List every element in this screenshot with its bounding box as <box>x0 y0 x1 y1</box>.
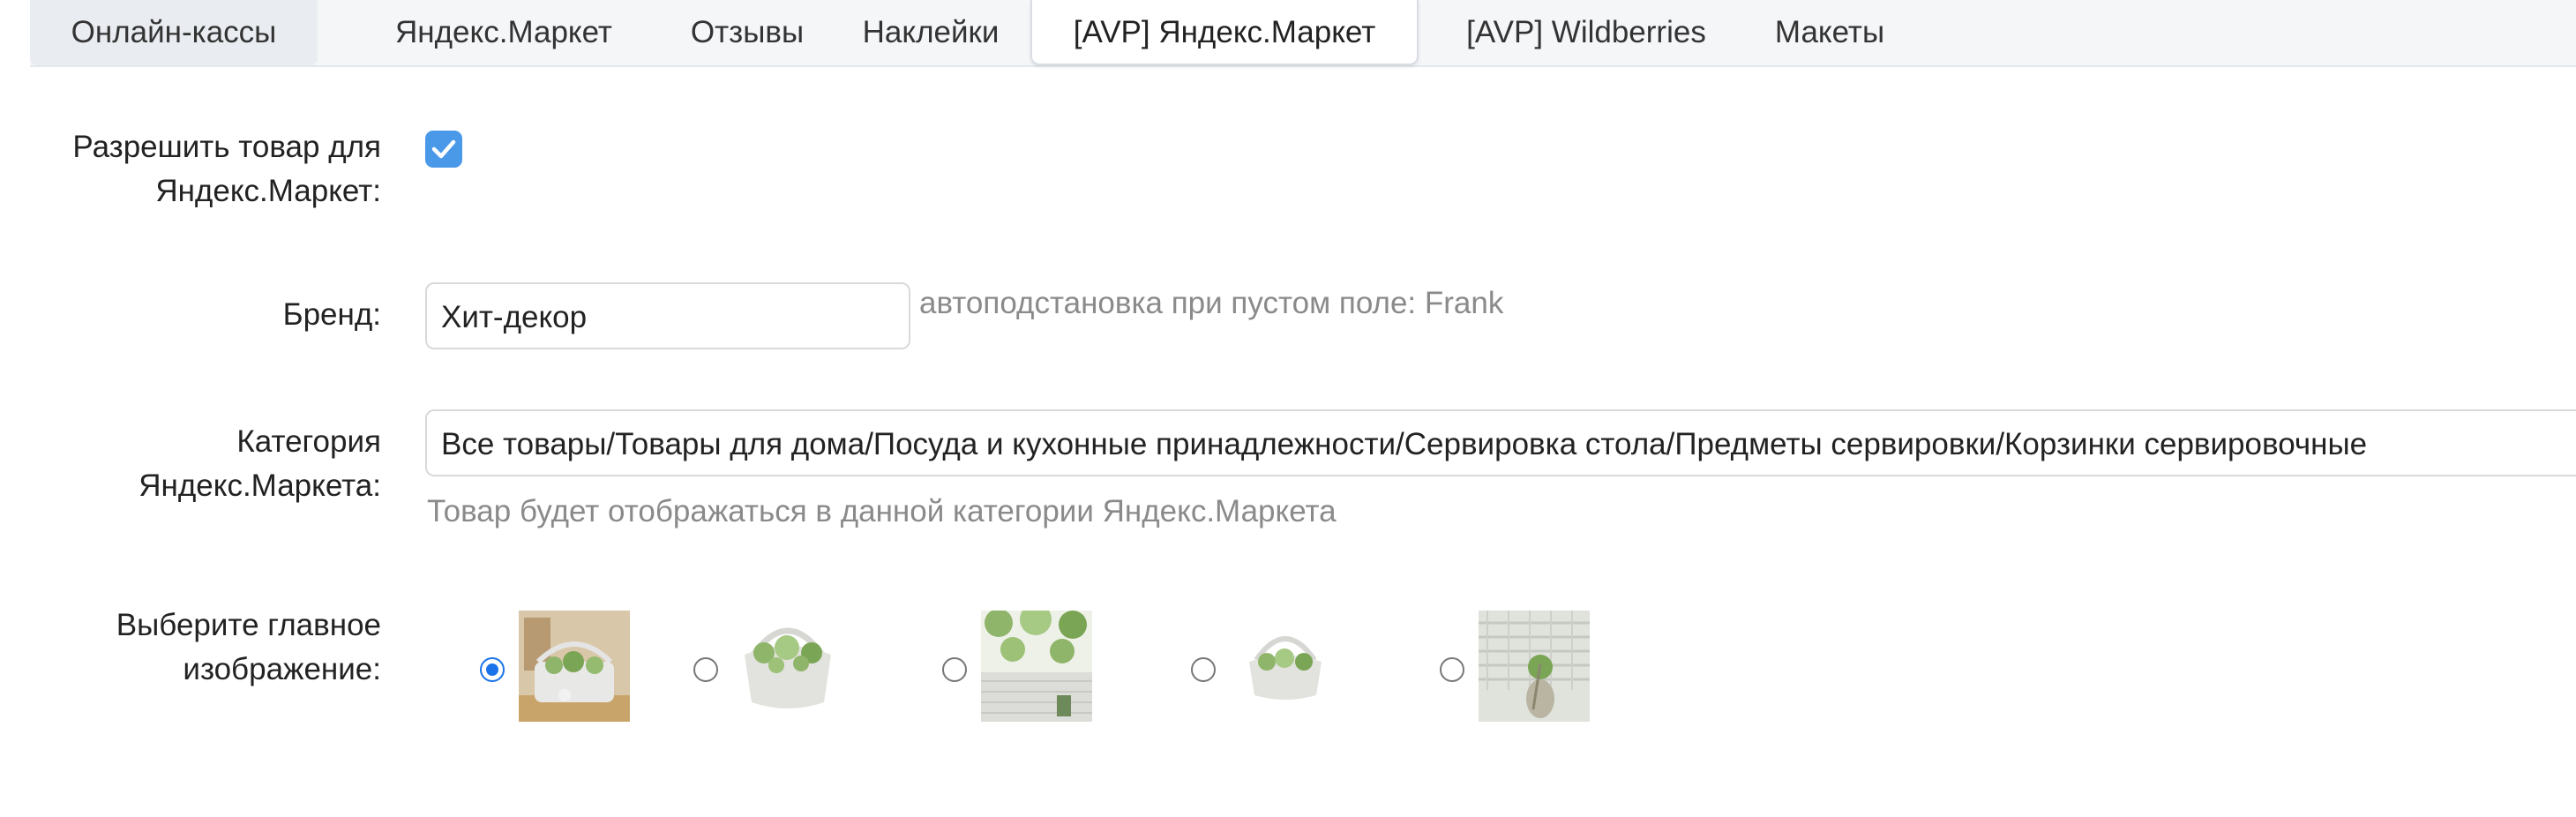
tab-online-kassy[interactable]: Онлайн-кассы <box>30 0 318 65</box>
category-label: Категория Яндекс.Маркета: <box>139 420 381 508</box>
basket-photo-1[interactable] <box>519 611 630 722</box>
image-radio-1[interactable] <box>480 657 505 682</box>
basket-photo-5[interactable] <box>1479 611 1590 722</box>
image-radio-4[interactable] <box>1191 657 1216 682</box>
allow-yandex-label: Разрешить товар для Яндекс.Маркет: <box>72 125 381 214</box>
category-label-line1: Категория <box>236 424 381 459</box>
allow-yandex-label-line2: Яндекс.Маркет: <box>155 174 381 208</box>
image-radio-5[interactable] <box>1440 657 1464 682</box>
allow-yandex-checkbox[interactable] <box>425 131 462 168</box>
main-image-label-line2: изображение: <box>183 652 381 686</box>
tab-yandex-market[interactable]: Яндекс.Маркет <box>344 0 663 65</box>
image-radio-2[interactable] <box>693 657 718 682</box>
brand-hint: автоподстановка при пустом поле: Frank <box>919 286 1504 320</box>
basket-photo-3[interactable] <box>981 611 1092 722</box>
main-image-label-line1: Выберите главное <box>116 608 381 642</box>
checkmark-icon <box>431 139 456 159</box>
tab-avp-yandex-market[interactable]: [AVP] Яндекс.Маркет <box>1030 0 1419 65</box>
category-label-line2: Яндекс.Маркета: <box>139 468 381 503</box>
allow-yandex-label-line1: Разрешить товар для <box>72 130 381 164</box>
basket-photo-4[interactable] <box>1230 611 1341 722</box>
main-image-label: Выберите главное изображение: <box>116 603 381 692</box>
image-radio-3[interactable] <box>942 657 967 682</box>
brand-label: Бренд: <box>282 297 381 332</box>
tab-reviews[interactable]: Отзывы <box>663 0 831 65</box>
brand-input[interactable]: Хит-декор <box>425 282 910 349</box>
tab-bar: Онлайн-кассы Яндекс.Маркет Отзывы Наклей… <box>30 0 2576 67</box>
tab-stickers[interactable]: Наклейки <box>831 0 1030 65</box>
category-hint: Товар будет отображаться в данной катего… <box>427 494 1337 528</box>
tab-layouts[interactable]: Макеты <box>1738 0 1921 65</box>
tab-avp-wildberries[interactable]: [AVP] Wildberries <box>1434 0 1738 65</box>
category-input[interactable]: Все товары/Товары для дома/Посуда и кухо… <box>425 409 2576 476</box>
basket-photo-2[interactable] <box>732 611 843 722</box>
